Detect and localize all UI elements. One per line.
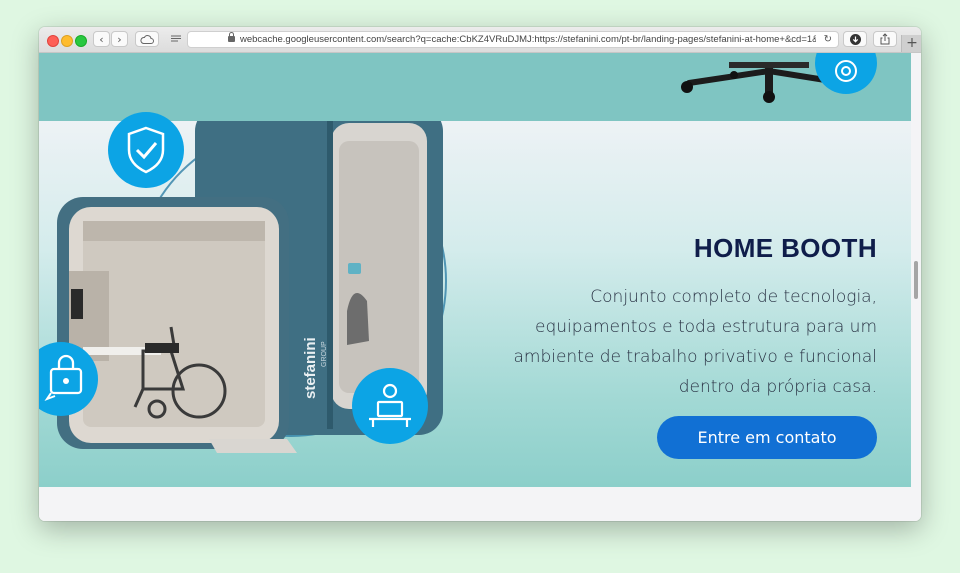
shield-check-icon <box>108 112 184 188</box>
browser-window: ‹ › webcache.googleusercontent.com/searc… <box>39 27 921 521</box>
reload-icon[interactable]: ↻ <box>824 32 832 47</box>
reader-button[interactable] <box>165 31 187 47</box>
booth-brand-sub: GROUP <box>321 341 328 367</box>
lock-icon <box>228 32 235 42</box>
reader-icon <box>171 35 181 42</box>
zoom-window-button[interactable] <box>75 35 87 47</box>
page-viewport: stefanini GROUP HOME BOOTH Conjunto comp… <box>39 53 911 521</box>
minimize-window-button[interactable] <box>61 35 73 47</box>
next-section <box>39 487 911 521</box>
share-icon <box>880 33 890 45</box>
forward-icon: › <box>117 32 122 46</box>
icloud-tabs-button[interactable] <box>135 31 159 47</box>
new-tab-button[interactable]: + <box>901 35 921 52</box>
gear-icon <box>815 53 877 94</box>
contact-button[interactable]: Entre em contato <box>657 416 877 459</box>
lock-chat-icon <box>39 342 98 416</box>
scrollbar-thumb[interactable] <box>914 261 918 299</box>
cloud-icon <box>140 34 154 44</box>
back-button[interactable]: ‹ <box>93 31 110 47</box>
person-laptop-icon <box>352 368 428 444</box>
browser-toolbar: ‹ › webcache.googleusercontent.com/searc… <box>39 27 921 53</box>
url-text: webcache.googleusercontent.com/search?q=… <box>240 34 816 45</box>
back-icon: ‹ <box>99 32 104 46</box>
address-bar[interactable]: webcache.googleusercontent.com/search?q=… <box>187 31 839 48</box>
close-window-button[interactable] <box>47 35 59 47</box>
share-button[interactable] <box>873 31 897 47</box>
hero-description: Conjunto completo de tecnologia, equipam… <box>513 287 877 397</box>
forward-button[interactable]: › <box>111 31 128 47</box>
download-icon <box>849 33 861 45</box>
vertical-scrollbar[interactable] <box>911 53 921 521</box>
page-title: HOME BOOTH <box>693 233 877 263</box>
downloads-button[interactable] <box>843 31 867 47</box>
home-booth-section: stefanini GROUP HOME BOOTH Conjunto comp… <box>39 112 911 487</box>
booth-brand: stefanini <box>302 337 319 399</box>
